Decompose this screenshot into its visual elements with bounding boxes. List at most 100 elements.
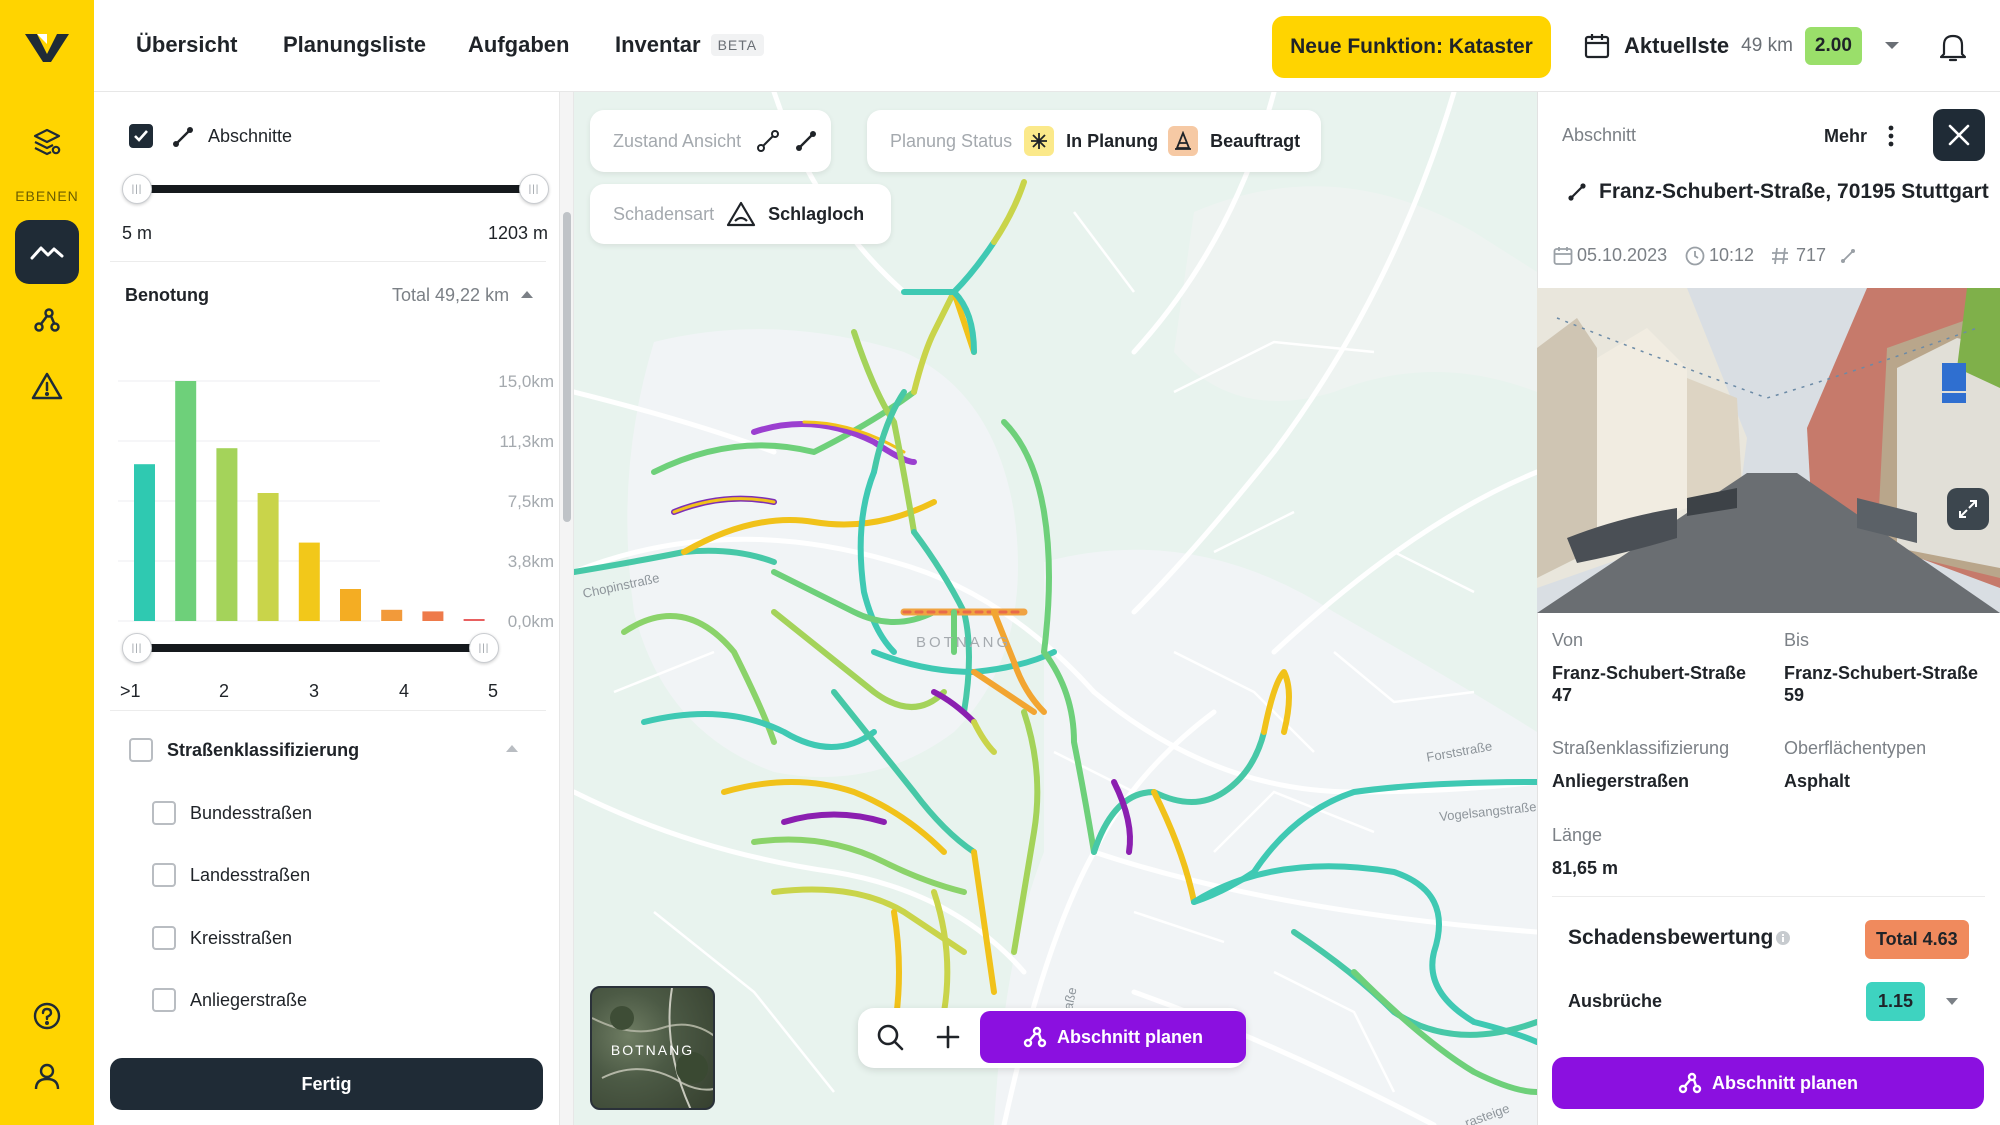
grade-slider-track[interactable]: [136, 644, 484, 652]
new-feature-button[interactable]: Neue Funktion: Kataster: [1272, 16, 1551, 78]
length-slider-max-handle[interactable]: |||: [519, 174, 549, 204]
logo-icon[interactable]: [23, 30, 71, 66]
list-selector[interactable]: Aktuellste 49 km 2.00: [1584, 24, 1900, 68]
schadensart-label: Schadensart: [613, 203, 715, 224]
chart-bar[interactable]: [134, 464, 155, 621]
expand-icon: [1959, 500, 1977, 518]
chart-bar[interactable]: [298, 542, 320, 621]
help-icon[interactable]: [15, 984, 79, 1048]
schadensart-chip[interactable]: Schadensart Schlagloch: [590, 184, 891, 244]
divider: [1552, 896, 1985, 897]
done-button[interactable]: Fertig: [110, 1058, 543, 1110]
street-photo[interactable]: [1537, 288, 2000, 613]
chart-ytick-label: 3,8km: [508, 552, 554, 571]
more-button[interactable]: Mehr: [1824, 125, 1867, 147]
grade-slider-min-handle[interactable]: |||: [122, 633, 152, 663]
oberflaeche-label: Oberflächentypen: [1784, 738, 1927, 758]
kreisstrassen-checkbox[interactable]: [152, 926, 176, 950]
more-vertical-icon[interactable]: [1887, 124, 1895, 148]
planung-status-label: Planung Status: [890, 130, 1013, 151]
chart-ytick-label: 0,0km: [508, 612, 554, 631]
planung-status-chip[interactable]: Planung Status In Planung Beauftragt: [867, 110, 1321, 172]
section-address: Franz-Schubert-Straße, 70195 Stuttgart: [1599, 180, 1989, 203]
layers-label: EBENEN: [15, 188, 79, 204]
nav-aufgaben[interactable]: Aufgaben: [468, 32, 569, 58]
chevron-down-icon[interactable]: [1884, 41, 1900, 51]
minimap-label: BOTNANG: [610, 1042, 695, 1058]
chart-ytick-label: 11,3km: [500, 432, 555, 451]
nav-planungsliste[interactable]: Planungsliste: [283, 32, 426, 58]
warning-icon[interactable]: [15, 354, 79, 418]
grade-tick: 3: [309, 681, 320, 701]
grade-tick: 4: [399, 681, 410, 701]
chevron-down-icon[interactable]: [1945, 997, 1959, 1006]
close-button[interactable]: [1933, 109, 1985, 161]
chart-bar[interactable]: [422, 611, 444, 621]
clock-icon: [1685, 246, 1705, 266]
plan-section-button[interactable]: Abschnitt planen: [1552, 1057, 1984, 1109]
left-rail: EBENEN: [0, 0, 94, 1125]
calendar-icon: [1584, 34, 1610, 59]
satellite-minimap[interactable]: BOTNANG: [590, 986, 715, 1110]
hash-icon: [1772, 247, 1788, 265]
chart-bar[interactable]: [340, 589, 361, 621]
laenge-label: Länge: [1552, 825, 1603, 845]
chart-bar[interactable]: [216, 448, 238, 621]
map-canvas[interactable]: Chopinstraße Forststraße Vogelsangstraße…: [574, 92, 1537, 1125]
calendar-icon: [1553, 247, 1573, 265]
bis-label: Bis: [1784, 630, 1810, 650]
bell-icon[interactable]: [1940, 32, 1966, 62]
ausbrueche-label: Ausbrüche: [1568, 991, 1663, 1011]
bundesstrassen-checkbox[interactable]: [152, 801, 176, 825]
benotung-chart: 15,0km 11,3km 7,5km 3,8km 0,0km: [118, 372, 555, 631]
zustand-label: Zustand Ansicht: [613, 130, 742, 151]
section-time: 10:12: [1709, 245, 1755, 265]
length-slider-min-handle[interactable]: |||: [122, 174, 152, 204]
beauftragt-icon: [1168, 126, 1199, 156]
chart-bar[interactable]: [175, 381, 197, 621]
list-km: 49 km: [1741, 35, 1793, 56]
chevron-up-icon[interactable]: [505, 744, 519, 753]
landesstrassen-checkbox[interactable]: [152, 863, 176, 887]
in-planung-label: In Planung: [1066, 130, 1159, 151]
chart-ytick-label: 15,0km: [498, 372, 554, 391]
layers-settings-icon[interactable]: [15, 110, 79, 174]
klassifizierung-label: Straßenklassifizierung: [1552, 738, 1730, 758]
route-plan-icon: [1023, 1026, 1047, 1048]
abschnitte-label: Abschnitte: [208, 126, 293, 146]
expand-photo-button[interactable]: [1947, 488, 1989, 530]
nav-inventar[interactable]: Inventar BETA: [615, 32, 765, 58]
chart-bar[interactable]: [381, 609, 403, 621]
map-background: [574, 92, 1537, 1125]
scrollbar-thumb[interactable]: [563, 212, 571, 522]
list-score-badge: 2.00: [1804, 27, 1862, 65]
chart-bar[interactable]: [463, 619, 485, 621]
abschnitte-checkbox[interactable]: [129, 124, 153, 148]
map-plan-section-label: Abschnitt planen: [1056, 1026, 1203, 1047]
segment-icon[interactable]: [795, 130, 817, 152]
grade-slider-max-handle[interactable]: |||: [469, 633, 499, 663]
info-icon[interactable]: [1775, 930, 1791, 946]
trend-line-icon[interactable]: [15, 220, 79, 284]
length-slider-track[interactable]: [136, 185, 534, 193]
zustand-view-chip[interactable]: Zustand Ansicht: [590, 110, 831, 172]
segment-condition-icon[interactable]: [757, 130, 780, 152]
grade-tick: >1: [120, 681, 141, 701]
schlagloch-label: Schlagloch: [768, 203, 865, 224]
chevron-up-icon[interactable]: [520, 290, 534, 299]
zoom-in-icon[interactable]: [936, 1025, 960, 1049]
in-planung-icon: [1024, 126, 1055, 156]
nav-uebersicht[interactable]: Übersicht: [136, 32, 237, 58]
oberflaeche-value: Asphalt: [1784, 771, 1851, 791]
map-plan-section-button[interactable]: Abschnitt planen: [980, 1011, 1246, 1063]
strassen-checkbox[interactable]: [129, 738, 153, 762]
street-photo-image: [1537, 288, 2000, 613]
search-icon[interactable]: [875, 1022, 905, 1052]
chart-bar[interactable]: [257, 493, 279, 621]
district-label: BOTNANG: [916, 634, 1012, 651]
anliegerstrasse-checkbox[interactable]: [152, 988, 176, 1012]
benotung-label: Benotung: [125, 285, 209, 305]
route-plan-icon[interactable]: [15, 288, 79, 352]
user-icon[interactable]: [15, 1044, 79, 1108]
klassifizierung-value: Anliegerstraßen: [1552, 771, 1690, 791]
